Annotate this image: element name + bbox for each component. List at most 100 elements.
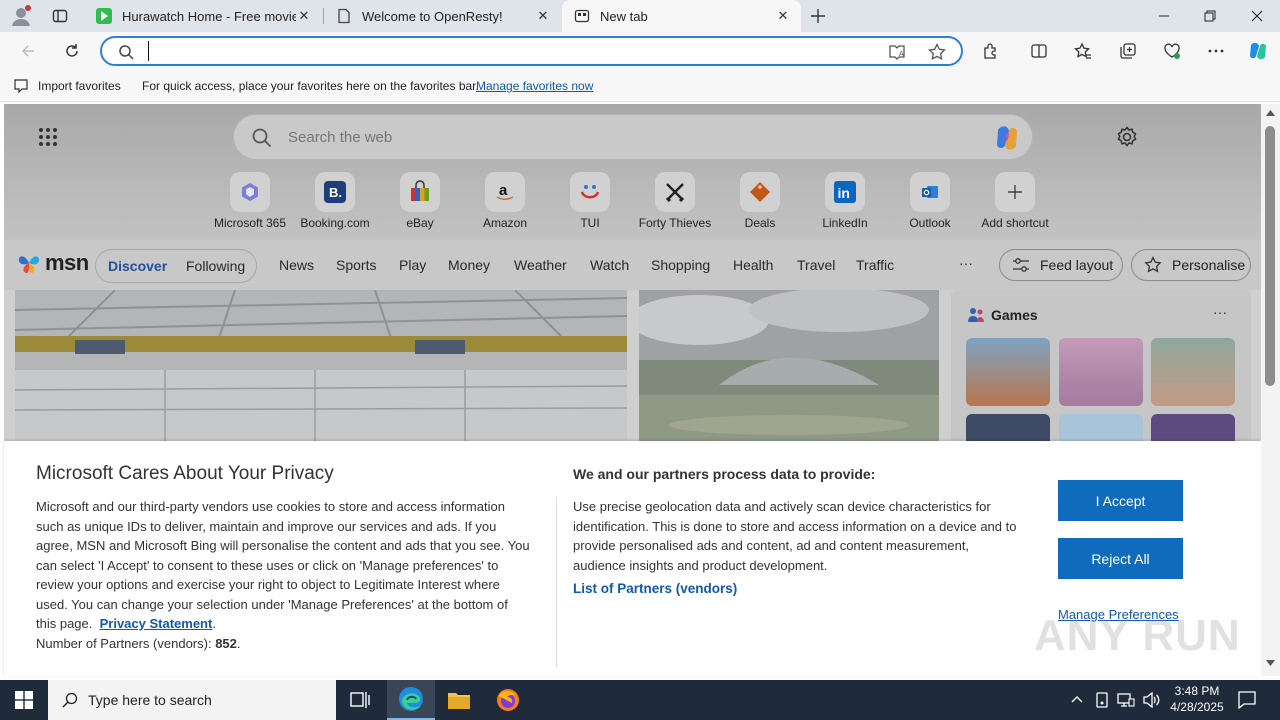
add-shortcut-button[interactable]: Add shortcut (970, 168, 1060, 230)
tab-openresty[interactable]: Welcome to OpenResty! ✕ (324, 0, 561, 32)
taskbar-clock[interactable]: 3:48 PM 4/28/2025 (1168, 683, 1226, 715)
restore-button[interactable] (1187, 0, 1233, 32)
tray-chevron-icon[interactable] (1070, 692, 1084, 706)
manage-favorites-link[interactable]: Manage favorites now (476, 79, 593, 93)
copilot-icon[interactable] (992, 123, 1022, 153)
back-button[interactable] (12, 35, 44, 67)
news-card-image[interactable] (639, 290, 939, 442)
tab-hurawatch[interactable]: Hurawatch Home - Free movies ✕ (84, 0, 322, 32)
more-options-icon[interactable] (1200, 35, 1232, 67)
address-bar[interactable]: A (100, 36, 963, 66)
nav-travel[interactable]: Travel (797, 257, 835, 273)
privacy-statement-link[interactable]: Privacy Statement (100, 616, 213, 631)
nav-weather[interactable]: Weather (514, 257, 567, 273)
shortcut-linkedin[interactable]: in LinkedIn (800, 168, 890, 230)
game-thumbnail[interactable] (1151, 338, 1235, 406)
taskbar-edge[interactable] (387, 680, 435, 720)
page-scrollbar[interactable] (1261, 104, 1280, 676)
tray-device-icon[interactable] (1094, 691, 1110, 709)
tab-discover[interactable]: Discover (108, 258, 167, 274)
taskbar-firefox[interactable] (484, 680, 532, 720)
nav-shopping[interactable]: Shopping (651, 257, 710, 273)
shortcut-outlook[interactable]: Outlook (885, 168, 975, 230)
nav-news[interactable]: News (279, 257, 314, 273)
privacy-body-text: this page. (36, 616, 93, 631)
shortcut-amazon[interactable]: a Amazon (460, 168, 550, 230)
copilot-icon[interactable] (1242, 35, 1274, 67)
nav-watch[interactable]: Watch (590, 257, 629, 273)
volume-icon[interactable] (1142, 692, 1160, 708)
task-view-button[interactable] (336, 680, 384, 720)
close-tab-icon[interactable]: ✕ (296, 8, 312, 24)
games-more-button[interactable]: ··· (1213, 304, 1227, 320)
web-search-input[interactable] (288, 126, 928, 148)
shortcut-booking[interactable]: B. Booking.com (290, 168, 380, 230)
immersive-reader-icon[interactable]: A (888, 43, 906, 61)
browser-essentials-icon[interactable] (1156, 35, 1188, 67)
scroll-down-arrow-icon[interactable] (1266, 660, 1275, 666)
web-search-box[interactable] (233, 114, 1033, 160)
clock-time: 3:48 PM (1174, 684, 1220, 698)
game-thumbnail[interactable] (1059, 338, 1143, 406)
tab-actions-icon[interactable] (52, 8, 68, 24)
privacy-body-line: agree, MSN and Microsoft Bing will perso… (36, 538, 530, 553)
close-window-button[interactable] (1234, 0, 1280, 32)
start-button[interactable] (0, 680, 48, 720)
shortcut-deals[interactable]: Deals (715, 168, 805, 230)
hero-news-image[interactable] (15, 290, 627, 442)
nav-traffic[interactable]: Traffic (856, 257, 894, 273)
favorite-star-icon[interactable] (928, 43, 946, 61)
import-favorites-label: Import favorites (38, 79, 121, 93)
profile-avatar[interactable] (10, 5, 32, 27)
import-favorites-button[interactable]: Import favorites (13, 78, 121, 94)
taskbar-file-explorer[interactable] (435, 680, 483, 720)
shortcut-microsoft-365[interactable]: Microsoft 365 (205, 168, 295, 230)
list-of-partners-link[interactable]: List of Partners (vendors) (573, 581, 737, 596)
tab-new-tab[interactable]: New tab ✕ (562, 0, 801, 32)
notifications-icon[interactable] (1238, 691, 1256, 709)
nav-sports[interactable]: Sports (336, 257, 376, 273)
shortcut-label: Microsoft 365 (213, 216, 287, 230)
shortcut-forty-thieves[interactable]: Forty Thieves (630, 168, 720, 230)
address-input[interactable] (148, 41, 868, 61)
booking-icon: B. (315, 172, 355, 212)
extensions-icon[interactable] (975, 35, 1007, 67)
reject-all-button[interactable]: Reject All (1058, 538, 1183, 579)
favorites-bar: Import favorites For quick access, place… (0, 70, 1280, 102)
svg-text:A: A (899, 51, 904, 58)
msn-butterfly-icon (18, 256, 40, 274)
taskbar-search-box[interactable]: Type here to search (48, 680, 336, 720)
anyrun-watermark: ANY RUN (1034, 611, 1241, 660)
scroll-up-arrow-icon[interactable] (1266, 110, 1275, 116)
minimize-button[interactable] (1141, 0, 1187, 32)
close-tab-icon[interactable]: ✕ (535, 8, 551, 24)
shortcut-label: Booking.com (300, 216, 370, 230)
browser-toolbar: A (0, 32, 1280, 70)
deals-icon (740, 172, 780, 212)
favorites-icon[interactable] (1067, 35, 1099, 67)
nav-more-button[interactable]: ··· (959, 255, 973, 271)
game-thumbnail[interactable] (966, 338, 1050, 406)
msn-logo[interactable]: msn (16, 250, 89, 276)
close-tab-icon[interactable]: ✕ (775, 8, 791, 24)
page-settings-icon[interactable] (1116, 126, 1138, 148)
nav-money[interactable]: Money (448, 257, 490, 273)
new-tab-button[interactable] (808, 6, 828, 26)
scroll-thumb[interactable] (1265, 126, 1275, 386)
personalise-button[interactable]: Personalise (1131, 249, 1251, 281)
apps-launcher-icon[interactable] (38, 127, 58, 147)
ebay-icon (400, 172, 440, 212)
tab-following[interactable]: Following (186, 258, 245, 274)
feed-layout-button[interactable]: Feed layout (999, 249, 1123, 281)
nav-health[interactable]: Health (733, 257, 773, 273)
nav-play[interactable]: Play (399, 257, 426, 273)
shortcut-ebay[interactable]: eBay (375, 168, 465, 230)
folder-icon (448, 693, 470, 709)
split-screen-icon[interactable] (1023, 35, 1055, 67)
refresh-button[interactable] (56, 35, 88, 67)
dialog-divider (556, 497, 557, 667)
shortcut-tui[interactable]: TUI (545, 168, 635, 230)
network-icon[interactable] (1117, 692, 1135, 708)
accept-button[interactable]: I Accept (1058, 480, 1183, 521)
collections-icon[interactable] (1112, 35, 1144, 67)
